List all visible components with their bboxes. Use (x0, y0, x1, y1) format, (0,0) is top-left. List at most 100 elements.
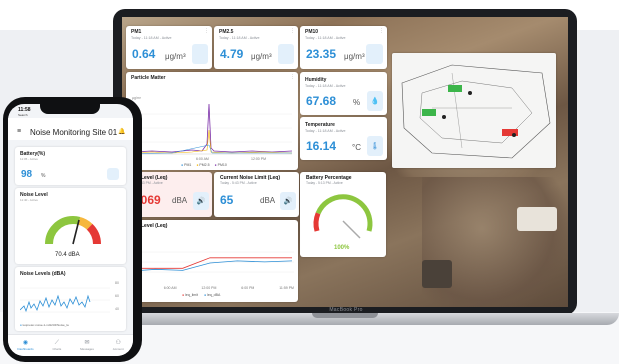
nav-dashboards[interactable]: ◉ Dashboards (17, 340, 33, 351)
x-tick: 6:00 AM (163, 286, 177, 290)
card-title: Humidity (305, 77, 327, 83)
laptop-notch (312, 313, 378, 318)
truck-image (517, 207, 557, 231)
nav-messages[interactable]: ✉ Messages (80, 340, 94, 351)
battery-card[interactable]: Battery(%) 11:05 - Active 98 % (15, 147, 126, 185)
card-title: PM10 (305, 29, 319, 35)
page-title: Noise Monitoring Site 01 (30, 128, 118, 137)
legend-item-pm1: ● PM1 (181, 163, 192, 167)
series-line-leq_dBA (127, 260, 293, 272)
noise-level-chart-card[interactable]: Noise Level (Leq) 12:00 AM 6:00 AM 12:00… (122, 220, 298, 302)
legend-label: PM1 (184, 163, 192, 167)
particle-matter-chart-card[interactable]: Particle Matter ⋮ μg/m³ 6:00 AM 12:00 PM… (126, 72, 298, 170)
excavator-image (422, 260, 452, 288)
nav-label: Dashboards (17, 347, 34, 351)
x-tick: 6:00 AM (196, 157, 209, 161)
nav-account[interactable]: ⚇ Account (113, 340, 124, 351)
site-plan-drawing (401, 64, 551, 159)
pm1-value: 0.64 (132, 47, 156, 61)
y-tick: 60 (115, 294, 119, 298)
laptop-screen: PM1 Today - 11:18 AM - Active ⋮ 0.64 μg/… (122, 17, 568, 307)
nav-label: Account (112, 347, 124, 351)
legend-label: leq_limit (185, 293, 198, 297)
y-tick: 80 (115, 281, 119, 285)
sensor-marker (448, 85, 462, 92)
card-subtitle: 11:40 - Active (20, 198, 38, 202)
noise-limit-unit: dBA (260, 196, 276, 205)
dashboard-icon: ◉ (22, 340, 29, 346)
card-subtitle: Today - 5:13 PM - Active (306, 181, 343, 185)
legend-item-pm25: ● PM2.5 (196, 163, 210, 167)
legend-item: ● leq_limit (182, 293, 198, 297)
nav-label: Messages (80, 347, 94, 351)
battery-value: 98 (21, 169, 33, 180)
droplet-icon: 💧 (367, 91, 383, 111)
temperature-card[interactable]: Temperature Today - 11:18 AM - Active 16… (300, 117, 387, 160)
speaker-icon: 🔊 (193, 192, 209, 210)
chart-legend: ● leq_limit ● leq_dBA (182, 293, 220, 297)
nav-label: Charts (52, 347, 62, 351)
more-icon[interactable]: ⋮ (290, 28, 295, 34)
chart-icon: ⟋ (54, 340, 59, 346)
x-tick: 6:00 PM (241, 286, 255, 290)
legend-label: PM2.5 (199, 163, 210, 167)
card-title: Noise Levels (dBA) (20, 271, 66, 277)
particle-chart-plot (132, 103, 293, 155)
gauge-green-segment (313, 194, 373, 232)
humidity-unit: % (353, 98, 361, 107)
bottom-nav: ◉ Dashboards ⟋ Charts ✉ Messages ⚇ Account (8, 334, 133, 356)
noise-limit-card[interactable]: Current Noise Limit (Leq) Today - 5:43 P… (214, 172, 299, 217)
pm10-value: 23.35 (306, 47, 337, 61)
pm1-unit: μg/m³ (165, 52, 186, 61)
site-plan-map[interactable] (392, 53, 556, 168)
sensor-marker (422, 109, 436, 116)
particle-icon (278, 44, 294, 64)
x-tick: 12:00 PM (201, 286, 217, 290)
bell-icon[interactable]: 🔔 (118, 128, 125, 135)
card-subtitle: Today - 11:18 AM - Active (305, 129, 346, 133)
pm25-card[interactable]: PM2.5 Today - 11:18 AM - Active ⋮ 4.79 μ… (214, 26, 298, 69)
chart-legend: ● PM1 ● PM2.5 ● PM10 (181, 163, 227, 167)
particle-icon (192, 44, 208, 64)
legend-label: leqmeter-noise-1-nd1234/Noise_la (22, 323, 69, 327)
phone-noise-chart (20, 287, 110, 313)
humidity-card[interactable]: Humidity Today - 11:18 AM - Active 67.68… (300, 72, 387, 115)
battery-percentage-value: 100% (334, 245, 350, 251)
noise-level-unit: dBA (172, 196, 188, 205)
battery-gauge (313, 194, 373, 239)
particle-icon (366, 44, 383, 64)
legend-item-pm10: ● PM10 (214, 163, 227, 167)
x-tick: 12:00 PM (251, 157, 266, 161)
message-icon: ✉ (84, 340, 90, 346)
card-subtitle: Today - 11:18 AM - Active (219, 36, 260, 40)
battery-icon (107, 168, 119, 180)
noise-value: 70.4 dBA (55, 252, 80, 258)
nav-charts[interactable]: ⟋ Charts (52, 340, 61, 351)
pm1-card[interactable]: PM1 Today - 11:18 AM - Active ⋮ 0.64 μg/… (126, 26, 212, 69)
temperature-unit: °C (352, 143, 361, 152)
more-icon[interactable]: ⋮ (379, 28, 384, 34)
legend-item: ● leq_dBA (203, 293, 221, 297)
temperature-value: 16.14 (306, 139, 337, 153)
menu-icon[interactable]: ≡ (17, 128, 21, 135)
card-subtitle: Today - 11:18 AM - Active (305, 84, 346, 88)
phone-screen: 11:58 Search ≡ Noise Monitoring Site 01 … (8, 104, 133, 356)
thermometer-icon: 🌡 (367, 136, 383, 156)
pm10-card[interactable]: PM10 Today - 11:18 AM - Active ⋮ 23.35 μ… (300, 26, 387, 69)
more-icon[interactable]: ⋮ (204, 28, 209, 34)
noise-gauge (45, 216, 101, 245)
pm25-unit: μg/m³ (251, 52, 272, 61)
noise-level-card[interactable]: Noise Level 11:40 - Active 70.4 dBA (15, 188, 126, 264)
pm25-value: 4.79 (220, 47, 244, 61)
account-icon: ⚇ (115, 340, 121, 346)
card-title: PM2.5 (219, 29, 234, 35)
noise-limit-value: 65 (220, 193, 234, 207)
card-subtitle: 11:05 - Active (20, 157, 38, 161)
more-icon[interactable]: ⋮ (290, 74, 295, 80)
phone-notch (40, 104, 100, 114)
legend-label: leq_dBA (207, 293, 221, 297)
battery-percentage-card[interactable]: Battery Percentage Today - 5:13 PM - Act… (300, 172, 386, 257)
x-axis-ticks: 12:00 AM 6:00 AM 12:00 PM 6:00 PM 11:59 … (124, 286, 294, 290)
noise-levels-chart-card[interactable]: Noise Levels (dBA) 80 60 40 ● leqmeter-n… (15, 267, 126, 331)
x-tick: 11:59 PM (279, 286, 294, 290)
